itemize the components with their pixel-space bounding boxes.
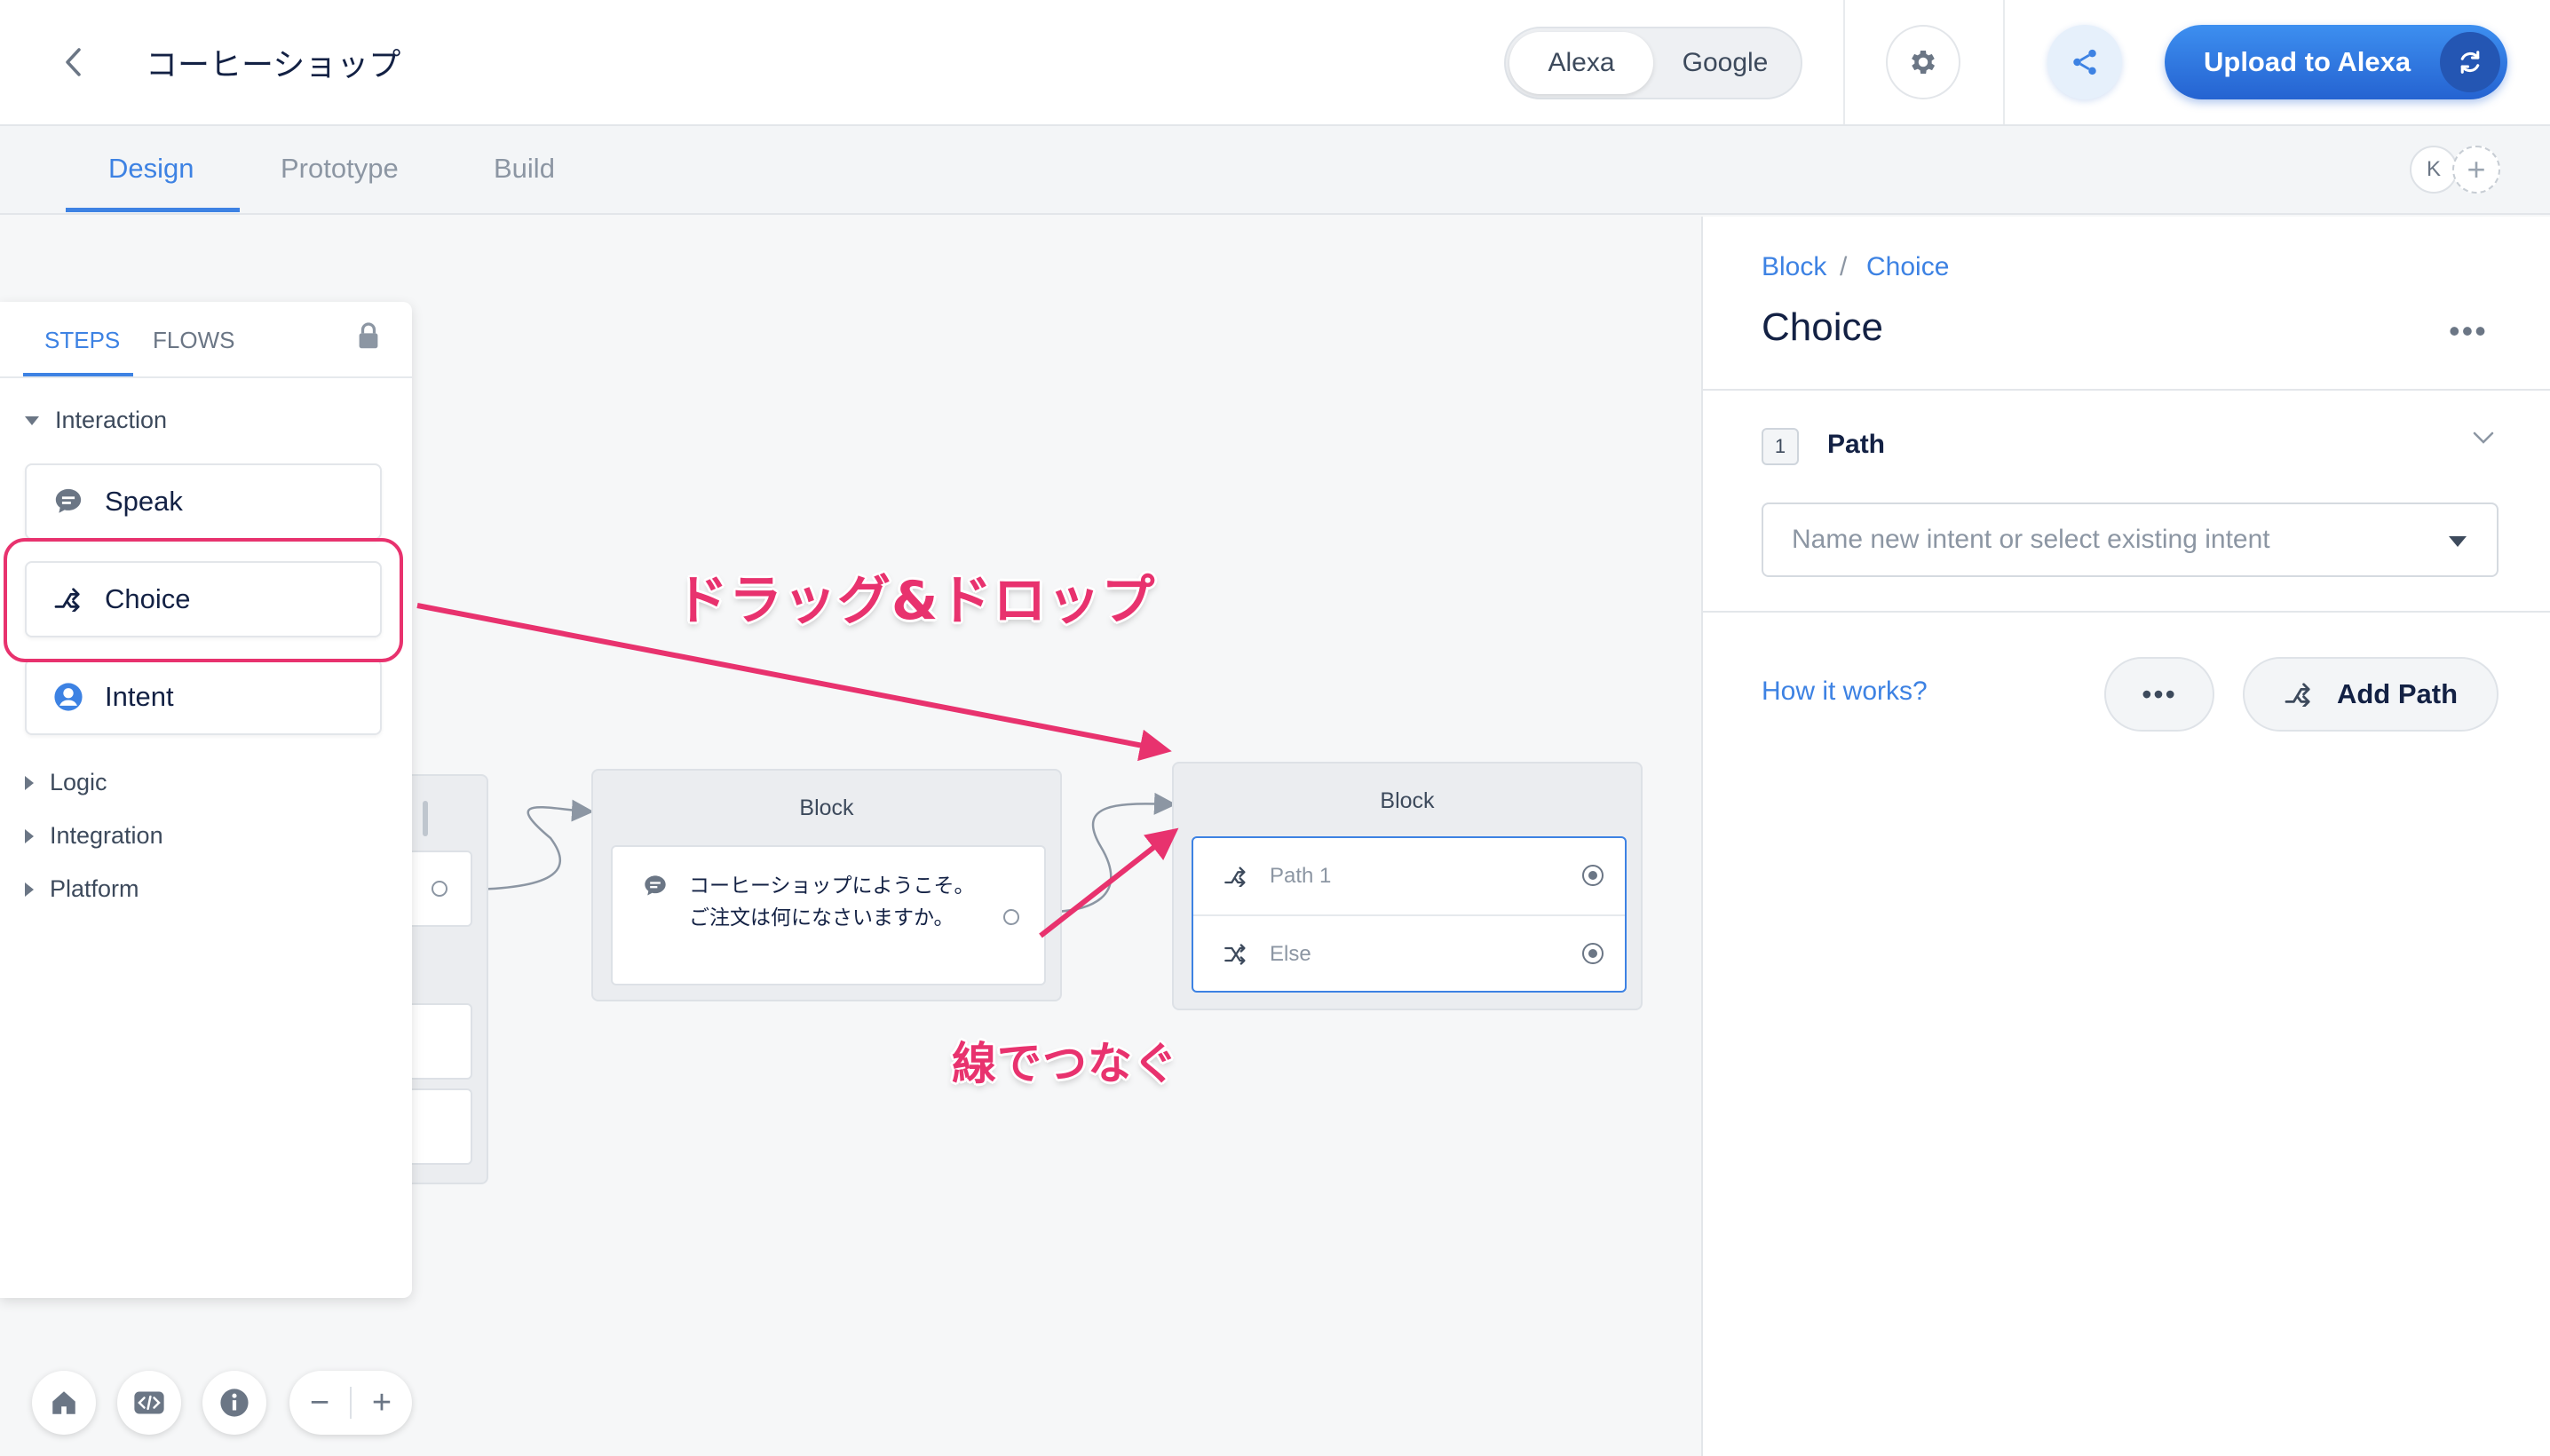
tab-build[interactable]: Build: [494, 153, 555, 185]
project-title: コーヒーショップ: [146, 47, 401, 83]
tab-flows[interactable]: FLOWS: [153, 327, 234, 354]
chevron-left-icon: [66, 48, 81, 76]
collaborator-avatar[interactable]: K: [2410, 146, 2458, 194]
intent-select[interactable]: Name new intent or select existing inten…: [1762, 502, 2499, 577]
more-options-icon[interactable]: •••: [2449, 313, 2488, 350]
divider: [1843, 0, 1845, 124]
canvas-block-choice[interactable]: Block Path 1 Else: [1172, 762, 1643, 1010]
code-button[interactable]: [117, 1371, 181, 1435]
gear-icon: [1912, 50, 1936, 75]
block-title: Block: [1380, 788, 1435, 813]
path-label: Path 1: [1270, 864, 1332, 888]
back-button[interactable]: [51, 41, 94, 83]
add-path-label: Add Path: [2336, 678, 2459, 709]
add-path-button[interactable]: Add Path: [2243, 657, 2499, 732]
share-button[interactable]: [2047, 25, 2122, 99]
section-label: Interaction: [55, 407, 168, 433]
home-icon: [52, 1391, 75, 1414]
speak-step[interactable]: コーヒーショップにようこそ。ご注文は何になさいますか。: [611, 845, 1046, 985]
path-label: Else: [1270, 942, 1311, 966]
upload-button[interactable]: Upload to Alexa: [2165, 25, 2507, 99]
choice-else-row[interactable]: Else: [1193, 916, 1625, 993]
tab-design[interactable]: Design: [108, 153, 194, 185]
section-label: Integration: [50, 822, 163, 849]
platform-toggle: Alexa Google: [1504, 27, 1802, 99]
output-port[interactable]: [432, 881, 447, 897]
zoom-out-button[interactable]: −: [289, 1371, 350, 1435]
path-number-badge: 1: [1762, 428, 1799, 465]
breadcrumb-separator: /: [1840, 252, 1848, 281]
step-label: Speak: [105, 486, 183, 517]
steps-panel: STEPS FLOWS Interaction Speak Choice Int…: [0, 302, 412, 1298]
output-port[interactable]: [1003, 909, 1019, 925]
caret-right-icon: [25, 882, 34, 897]
choice-icon: [2285, 683, 2310, 707]
tab-steps[interactable]: STEPS: [44, 327, 120, 354]
code-icon: [134, 1391, 164, 1414]
home-button[interactable]: [32, 1371, 96, 1435]
zoom-in-button[interactable]: +: [352, 1371, 412, 1435]
tab-prototype[interactable]: Prototype: [281, 153, 399, 185]
choice-icon: [1224, 866, 1246, 887]
editor-title: Choice: [1762, 305, 1883, 349]
info-button[interactable]: [202, 1371, 266, 1435]
speak-text: コーヒーショップにようこそ。ご注文は何になさいますか。: [689, 874, 975, 930]
block-title: Block: [799, 795, 854, 820]
platform-alexa-button[interactable]: Alexa: [1509, 32, 1653, 94]
caret-right-icon: [25, 828, 34, 843]
highlight-choice-step: [4, 538, 403, 662]
path-title: Path: [1827, 430, 1886, 459]
annotation-drag-drop: ドラッグ&ドロップ: [675, 570, 1156, 632]
annotation-connect: 線でつなぐ: [952, 1038, 1178, 1089]
path-output-port[interactable]: [1582, 943, 1604, 964]
platform-google-button[interactable]: Google: [1653, 32, 1797, 94]
add-collaborator-button[interactable]: +: [2452, 146, 2500, 194]
more-button[interactable]: •••: [2104, 657, 2214, 732]
active-tab-indicator: [66, 208, 240, 212]
breadcrumb-block[interactable]: Block: [1762, 252, 1826, 282]
breadcrumb-choice[interactable]: Choice: [1866, 252, 1949, 282]
section-integration[interactable]: Integration: [25, 822, 163, 850]
speak-icon: [55, 488, 82, 513]
top-bar: コーヒーショップ Alexa Google Upload to Alexa: [0, 0, 2550, 126]
section-interaction[interactable]: Interaction: [25, 407, 167, 434]
caret-right-icon: [25, 775, 34, 790]
drag-handle[interactable]: [423, 801, 428, 836]
mode-tab-bar: Design Prototype Build: [0, 126, 2550, 215]
section-label: Logic: [50, 769, 107, 795]
speak-icon: [645, 875, 666, 896]
zoom-controls: − +: [289, 1371, 412, 1435]
choice-step[interactable]: Path 1 Else: [1192, 836, 1627, 993]
editor-panel: Block / Choice Choice ••• 1 Path Name ne…: [1701, 217, 2550, 1456]
upload-button-label: Upload to Alexa: [2204, 46, 2411, 77]
settings-button[interactable]: [1886, 25, 1960, 99]
user-icon: [54, 683, 83, 711]
chevron-down-icon[interactable]: [2472, 430, 2495, 450]
divider: [0, 376, 412, 378]
divider: [1703, 389, 2550, 391]
step-label: Intent: [105, 681, 174, 712]
section-label: Platform: [50, 875, 139, 902]
caret-down-icon: [2449, 536, 2467, 547]
sync-icon: [2440, 32, 2500, 92]
share-icon: [2073, 49, 2096, 75]
step-intent[interactable]: Intent: [25, 659, 382, 735]
section-logic[interactable]: Logic: [25, 769, 107, 796]
divider: [2003, 0, 2005, 124]
intent-select-placeholder: Name new intent or select existing inten…: [1792, 525, 2270, 554]
lock-icon[interactable]: [357, 321, 380, 354]
section-platform[interactable]: Platform: [25, 875, 139, 903]
path-output-port[interactable]: [1582, 865, 1604, 886]
how-it-works-link[interactable]: How it works?: [1762, 677, 1928, 707]
choice-path-row[interactable]: Path 1: [1193, 838, 1625, 914]
step-speak[interactable]: Speak: [25, 463, 382, 540]
shuffle-icon: [1224, 944, 1246, 965]
divider: [1703, 611, 2550, 613]
caret-down-icon: [25, 415, 39, 425]
canvas-block-welcome[interactable]: Block コーヒーショップにようこそ。ご注文は何になさいますか。: [591, 769, 1062, 1001]
info-icon: [220, 1389, 249, 1417]
more-options-icon: •••: [2142, 677, 2177, 710]
